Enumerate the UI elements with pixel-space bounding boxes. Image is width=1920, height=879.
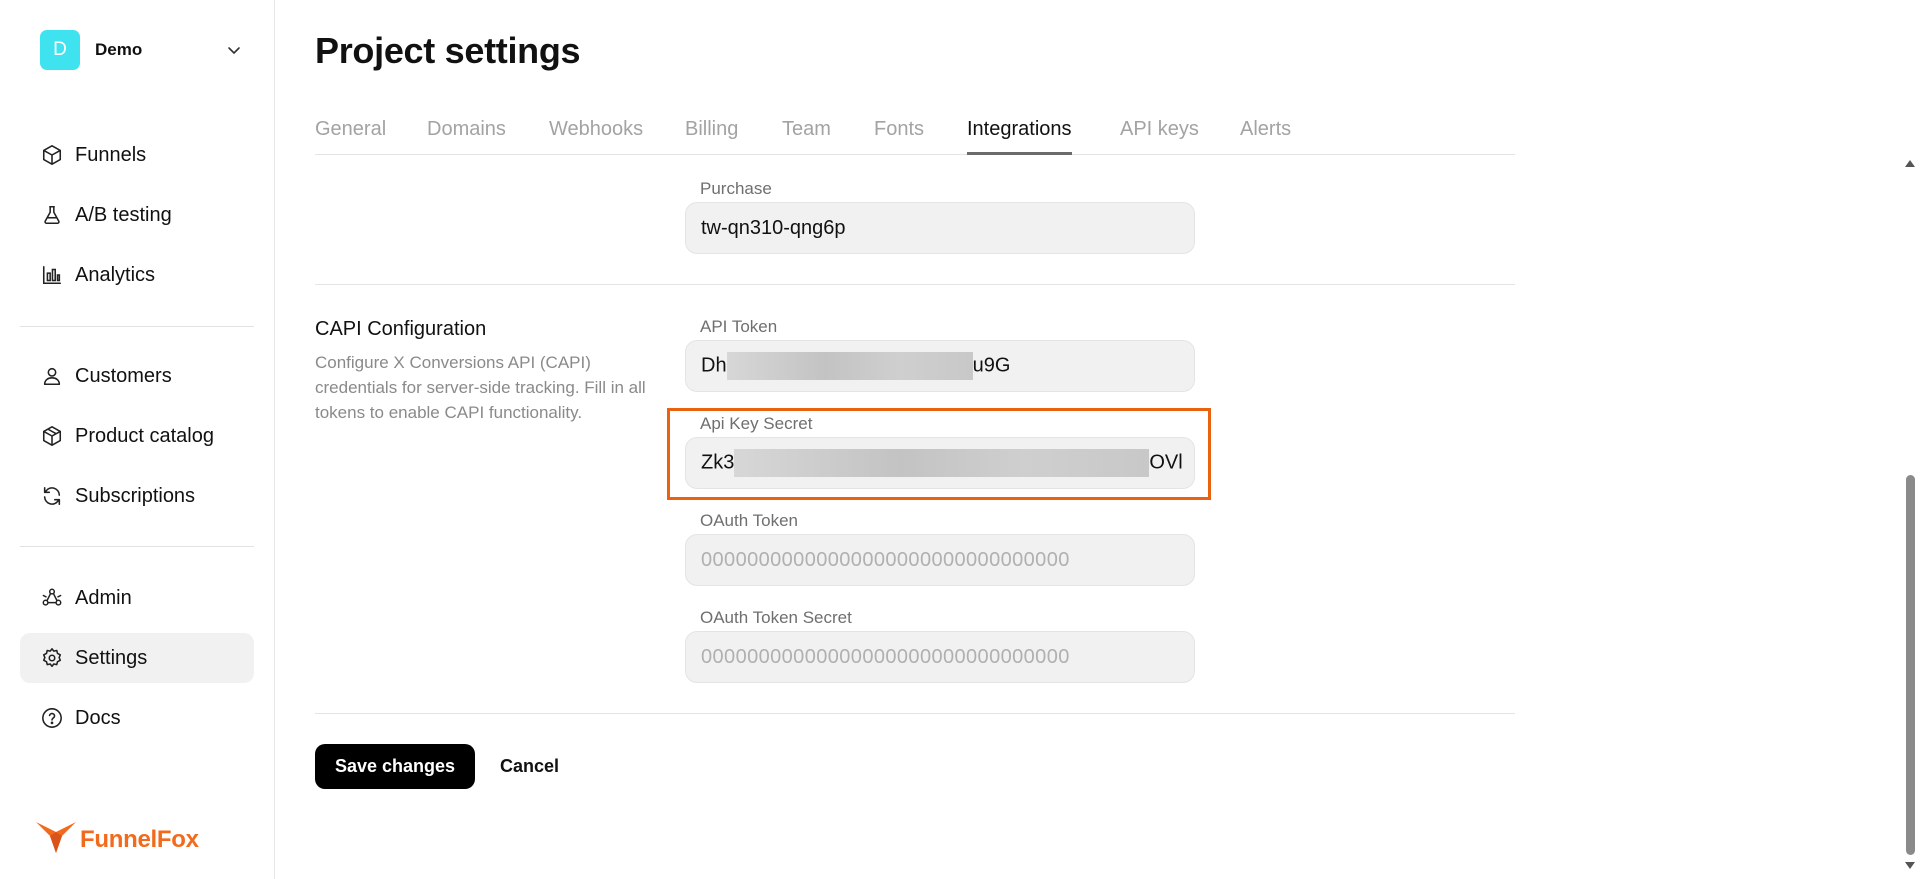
sidebar-item-analytics[interactable]: Analytics	[20, 250, 254, 300]
flask-icon	[40, 203, 64, 227]
section-divider	[315, 284, 1515, 285]
page-title: Project settings	[315, 30, 581, 71]
scroll-down-arrow-icon[interactable]	[1905, 862, 1915, 869]
purchase-input[interactable]: tw-qn310-qng6p	[685, 202, 1195, 254]
sidebar-item-label: Admin	[75, 586, 132, 609]
refresh-icon	[40, 484, 64, 508]
api-key-secret-value: Zk3 OVl	[701, 449, 1183, 477]
sidebar-item-funnels[interactable]: Funnels	[20, 130, 254, 180]
fox-logo-icon	[36, 820, 76, 859]
settings-tabs: General Domains Webhooks Billing Team Fo…	[315, 112, 1515, 155]
scroll-up-arrow-icon[interactable]	[1905, 160, 1915, 167]
tab-general[interactable]: General	[315, 118, 386, 155]
api-key-secret-value-start: Zk3	[701, 451, 735, 474]
capi-section-title: CAPI Configuration	[315, 318, 487, 340]
workspace-avatar: D	[40, 30, 80, 70]
sidebar-item-label: Subscriptions	[75, 484, 196, 507]
oauth-token-secret-input[interactable]: 00000000000000000000000000000000	[685, 631, 1195, 683]
section-divider	[315, 713, 1515, 714]
oauth-token-placeholder: 00000000000000000000000000000000	[701, 548, 1070, 571]
sidebar-item-label: Product catalog	[75, 424, 214, 447]
sidebar-item-customers[interactable]: Customers	[20, 351, 254, 401]
api-token-value: Dh u9G	[701, 352, 1010, 380]
cancel-button[interactable]: Cancel	[490, 744, 569, 789]
purchase-value: tw-qn310-qng6p	[701, 216, 846, 239]
redacted-mask	[734, 449, 1150, 477]
sidebar-item-ab-testing[interactable]: A/B testing	[20, 190, 254, 240]
sidebar-item-docs[interactable]: Docs	[20, 693, 254, 743]
user-icon	[40, 364, 64, 388]
sidebar-item-label: Analytics	[75, 263, 156, 286]
sidebar-item-settings[interactable]: Settings	[20, 633, 254, 683]
api-token-value-start: Dh	[701, 354, 727, 377]
tab-team[interactable]: Team	[782, 118, 831, 155]
sidebar-item-label: Docs	[75, 706, 121, 729]
gear-icon	[40, 646, 64, 670]
sidebar-divider	[20, 326, 254, 327]
redacted-mask	[726, 352, 973, 380]
bar-chart-icon	[40, 263, 64, 287]
api-key-secret-label: Api Key Secret	[700, 414, 813, 433]
chevron-down-icon	[222, 38, 246, 62]
api-token-label: API Token	[700, 317, 778, 336]
sidebar-item-label: Settings	[75, 646, 148, 669]
sidebar-item-product-catalog[interactable]: Product catalog	[20, 411, 254, 461]
capi-section-description: Configure X Conversions API (CAPI) crede…	[315, 353, 646, 422]
sidebar-item-label: Funnels	[75, 143, 147, 166]
workspace-name: Demo	[95, 40, 143, 59]
sidebar-item-label: A/B testing	[75, 203, 172, 226]
oauth-token-secret-placeholder: 00000000000000000000000000000000	[701, 645, 1070, 668]
oauth-token-label: OAuth Token	[700, 511, 798, 530]
api-key-secret-value-end: OVl	[1149, 451, 1183, 474]
oauth-token-secret-label: OAuth Token Secret	[700, 608, 852, 627]
box-icon	[40, 424, 64, 448]
tab-billing[interactable]: Billing	[685, 118, 738, 155]
sidebar-item-label: Customers	[75, 364, 172, 387]
help-circle-icon	[40, 706, 64, 730]
brand-name: FunnelFox	[80, 825, 199, 853]
oauth-token-input[interactable]: 00000000000000000000000000000000	[685, 534, 1195, 586]
tab-alerts[interactable]: Alerts	[1240, 118, 1291, 155]
api-token-value-end: u9G	[972, 354, 1011, 377]
scrollbar-thumb[interactable]	[1906, 475, 1915, 855]
api-token-input[interactable]: Dh u9G	[685, 340, 1195, 392]
brand-logo: FunnelFox	[36, 820, 199, 859]
tab-domains[interactable]: Domains	[427, 118, 506, 155]
admin-nodes-icon	[40, 586, 64, 610]
sidebar-item-subscriptions[interactable]: Subscriptions	[20, 471, 254, 521]
api-key-secret-input[interactable]: Zk3 OVl	[685, 437, 1195, 489]
workspace-switcher[interactable]: D Demo	[20, 28, 254, 72]
purchase-label: Purchase	[700, 179, 772, 198]
sidebar-item-admin[interactable]: Admin	[20, 573, 254, 623]
cube-icon	[40, 143, 64, 167]
tab-fonts[interactable]: Fonts	[874, 118, 924, 155]
tab-api-keys[interactable]: API keys	[1120, 118, 1199, 155]
tab-integrations[interactable]: Integrations	[967, 118, 1072, 155]
tab-webhooks[interactable]: Webhooks	[549, 118, 643, 155]
sidebar-divider	[20, 546, 254, 547]
sidebar: D Demo Funnels A/B testing Analytics Cus…	[0, 0, 275, 879]
save-changes-button[interactable]: Save changes	[315, 744, 475, 789]
